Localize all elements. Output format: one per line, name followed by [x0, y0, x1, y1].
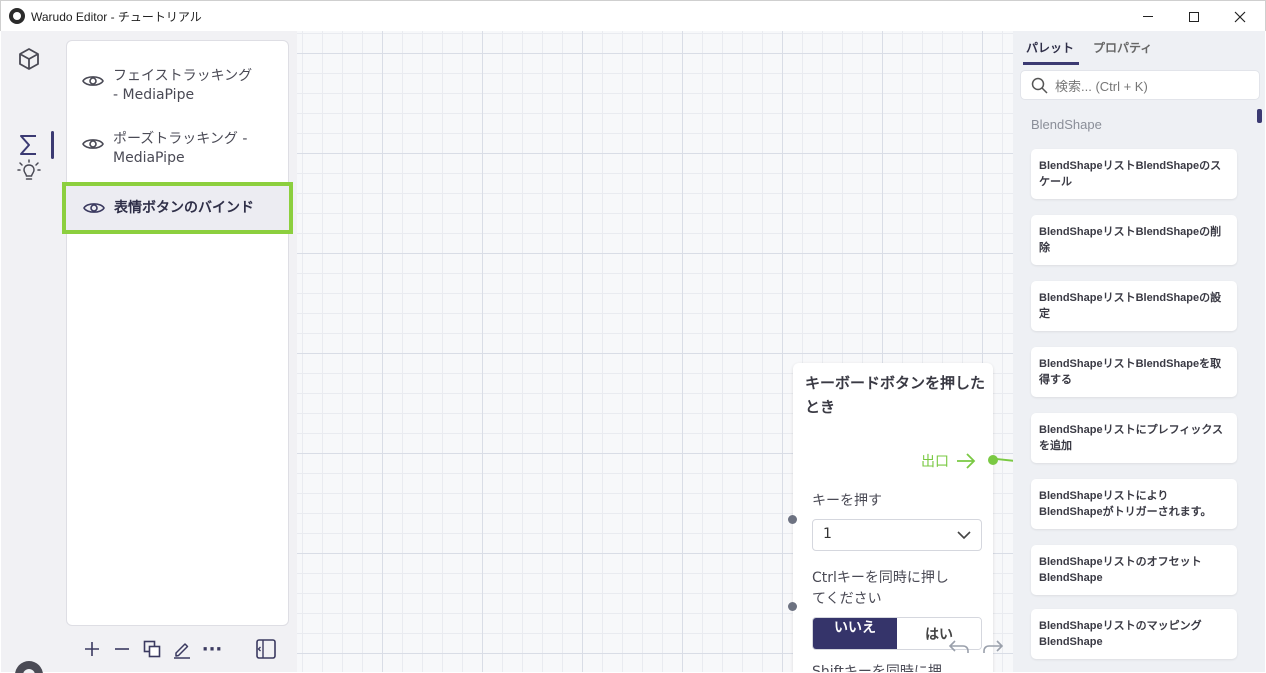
graph-item-label: ポーズトラッキング - MediaPipe	[113, 130, 247, 168]
window-title: Warudo Editor - チュートリアル	[31, 10, 202, 24]
rail-assets-button[interactable]	[1, 35, 57, 83]
node-title: キーボードボタンを押したとき	[805, 374, 986, 416]
key-input-port[interactable]	[788, 515, 797, 524]
search-icon	[1031, 77, 1048, 94]
undo-redo-controls	[947, 636, 1005, 656]
tab-palette[interactable]: パレット	[1026, 39, 1074, 56]
rail-plugins-button[interactable]	[1, 147, 57, 195]
graph-item-label: フェイストラッキング - MediaPipe	[113, 67, 252, 105]
graph-item-label-line2: - MediaPipe	[113, 87, 195, 103]
scrollbar-thumb[interactable]	[1257, 109, 1262, 123]
more-options-button[interactable]: ···	[197, 635, 227, 663]
graph-list-container: フェイストラッキング - MediaPipe ポーズトラッキング - Media…	[57, 31, 297, 672]
blueprint-canvas[interactable]: キーボードボタンを押したとき 出口 キーを押す 1 Ctrlキーを同時に押し て…	[297, 31, 1013, 672]
ctrl-field-label-line1: Ctrlキーを同時に押し	[812, 570, 949, 586]
palette-node-card[interactable]: BlendShapeリストによりBlendShapeがトリガーされます。	[1031, 479, 1237, 529]
graph-item-label-line2: MediaPipe	[113, 150, 185, 166]
graph-item-expression-binding[interactable]: 表情ボタンのバインド	[62, 182, 293, 234]
graph-item-label-line1: ポーズトラッキング -	[113, 131, 248, 147]
cube-icon	[19, 48, 39, 70]
maximize-button[interactable]	[1171, 1, 1217, 32]
on-keystroke-pressed-node[interactable]: キーボードボタンを押したとき 出口 キーを押す 1 Ctrlキーを同時に押し て…	[793, 363, 993, 672]
rename-graph-button[interactable]	[167, 635, 197, 663]
ctrl-field-label-line2: てください	[812, 591, 882, 607]
lightbulb-icon	[17, 159, 41, 180]
graph-item-label-line1: フェイストラッキング	[113, 68, 253, 84]
toggle-no-option[interactable]: いいえ	[813, 618, 897, 649]
panel-tabs: パレット プロパティ	[1013, 31, 1265, 65]
close-icon	[1234, 11, 1246, 22]
chevron-down-icon	[957, 531, 971, 540]
ctrl-field-label: Ctrlキーを同時に押し てください	[812, 568, 949, 610]
output-flow-label: 出口	[921, 454, 949, 470]
palette-panel: パレット プロパティ BlendShape BlendShapeリストBlend…	[1013, 31, 1265, 672]
flow-connection	[996, 458, 1013, 462]
palette-search[interactable]	[1020, 70, 1260, 100]
ctrl-input-port[interactable]	[788, 602, 797, 611]
edit-icon	[174, 643, 190, 659]
graph-item-face-tracking[interactable]: フェイストラッキング - MediaPipe	[67, 67, 288, 105]
warudo-logo-icon	[9, 8, 25, 24]
output-flow-port[interactable]: 出口	[921, 451, 977, 471]
palette-node-card[interactable]: BlendShapeリストBlendShapeの削除	[1031, 215, 1237, 265]
tab-properties[interactable]: プロパティ	[1093, 39, 1152, 56]
eye-icon[interactable]	[82, 196, 106, 220]
eye-icon[interactable]	[81, 132, 105, 156]
arrow-right-icon	[957, 453, 976, 469]
graph-list-toolbar: ···	[77, 635, 227, 663]
duplicate-graph-button[interactable]	[137, 635, 167, 663]
key-field-label: キーを押す	[812, 493, 882, 509]
section-header: BlendShape	[1031, 117, 1102, 132]
shift-field-label: Shiftキーを同時に押	[812, 664, 942, 672]
eye-icon[interactable]	[81, 69, 105, 93]
warudo-menu-button[interactable]	[15, 661, 43, 673]
key-select-value: 1	[823, 526, 832, 542]
graph-item-label: 表情ボタンのバインド	[114, 199, 254, 216]
collapse-panel-icon	[256, 639, 276, 659]
minimize-icon	[1143, 16, 1153, 17]
active-tab-indicator	[1023, 62, 1079, 65]
minus-icon	[115, 648, 129, 650]
maximize-icon	[1189, 11, 1199, 22]
palette-node-card[interactable]: BlendShapeリストにプレフィックスを追加	[1031, 413, 1237, 463]
plus-icon	[85, 642, 99, 656]
close-button[interactable]	[1217, 1, 1263, 32]
graph-item-pose-tracking[interactable]: ポーズトラッキング - MediaPipe	[67, 130, 288, 168]
palette-node-card[interactable]: BlendShapeリストBlendShapeの設定	[1031, 281, 1237, 331]
redo-icon[interactable]	[981, 636, 1005, 656]
activity-rail	[1, 31, 57, 673]
add-graph-button[interactable]	[77, 635, 107, 663]
key-select[interactable]: 1	[812, 519, 982, 551]
collapse-panel-button[interactable]	[251, 635, 281, 663]
undo-icon[interactable]	[947, 636, 971, 656]
remove-graph-button[interactable]	[107, 635, 137, 663]
minimize-button[interactable]	[1125, 1, 1171, 32]
search-input[interactable]	[1055, 76, 1251, 96]
duplicate-icon	[143, 640, 161, 658]
palette-node-card[interactable]: BlendShapeリストのオフセットBlendShape	[1031, 545, 1237, 595]
palette-node-card[interactable]: BlendShapeリストBlendShapeのスケール	[1031, 149, 1237, 199]
more-icon: ···	[201, 638, 223, 660]
palette-node-card[interactable]: BlendShapeリストのマッピングBlendShape	[1031, 609, 1237, 659]
title-bar: Warudo Editor - チュートリアル	[0, 0, 1266, 31]
palette-node-card[interactable]: BlendShapeリストBlendShapeを取得する	[1031, 347, 1237, 397]
graph-list: フェイストラッキング - MediaPipe ポーズトラッキング - Media…	[62, 40, 293, 626]
